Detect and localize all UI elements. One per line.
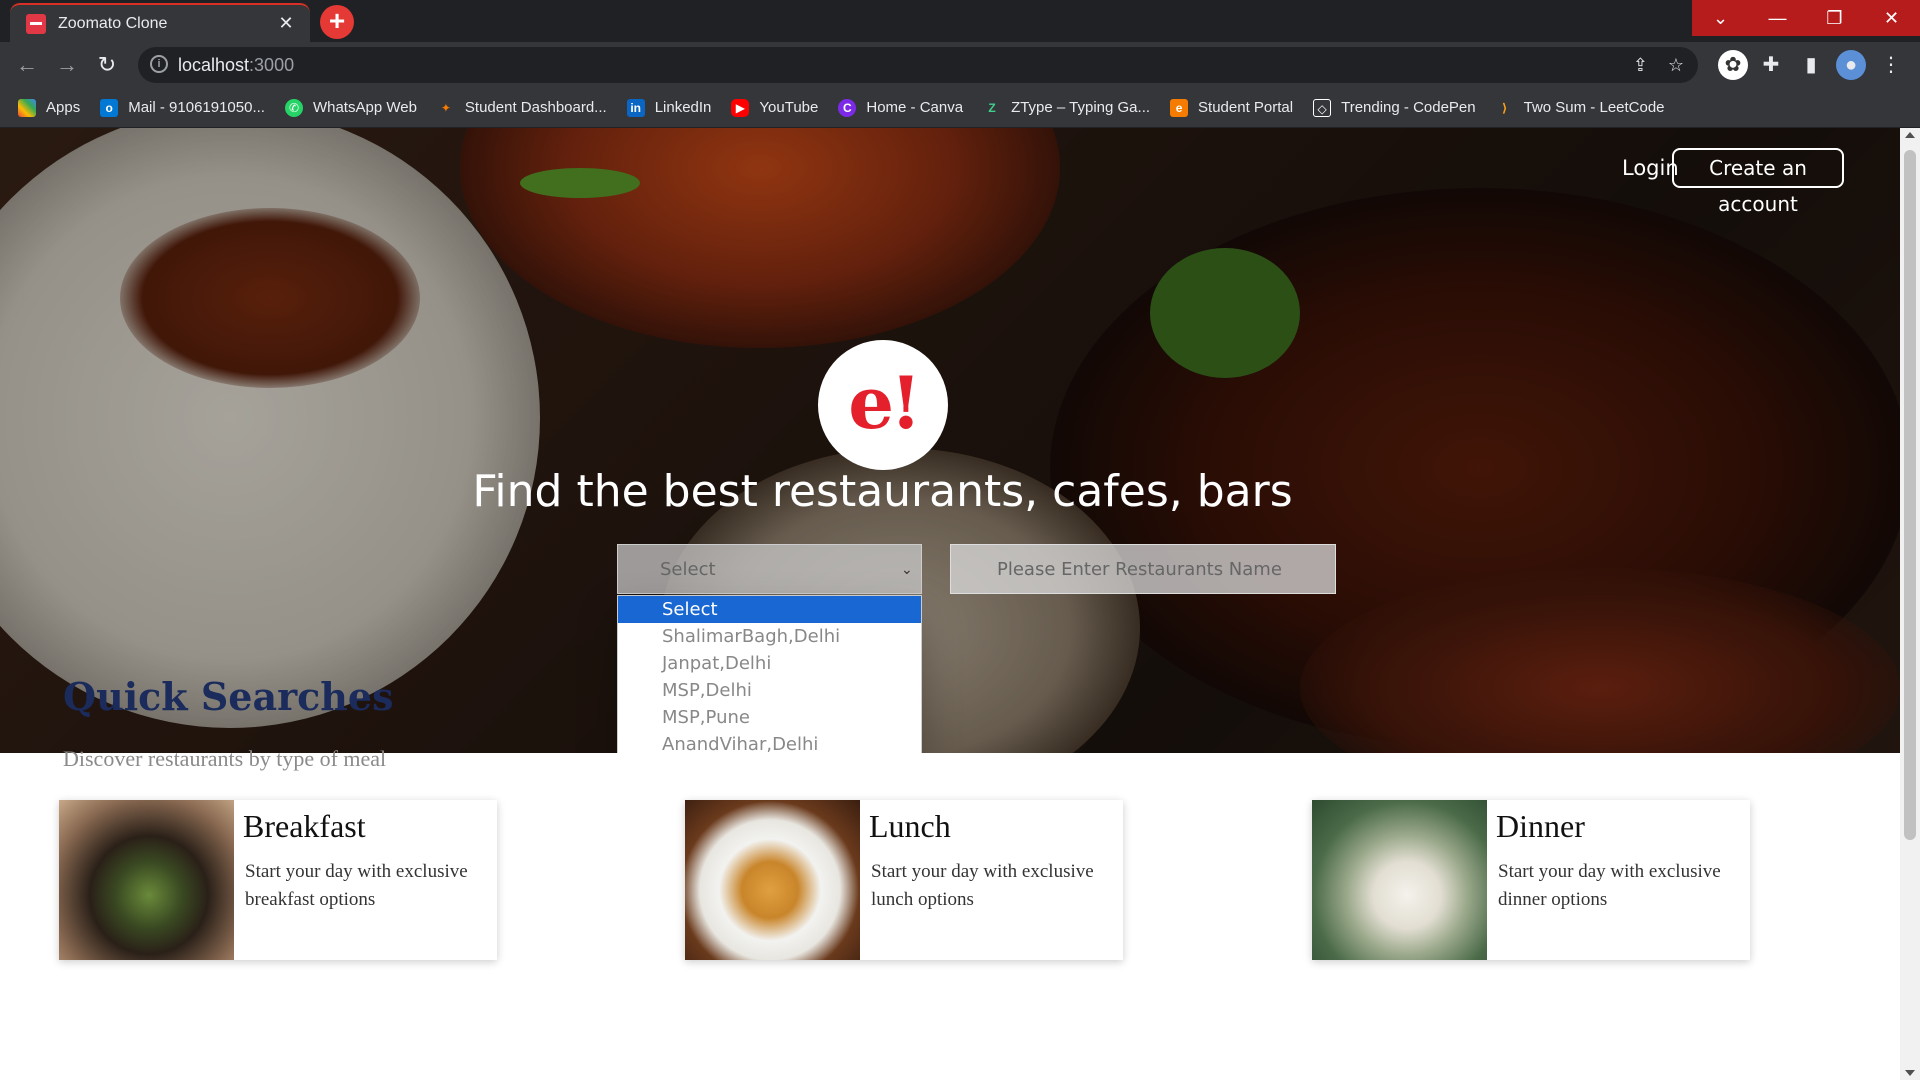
location-option[interactable]: MSP,Pune [618, 704, 921, 731]
linkedin-icon: in [626, 98, 645, 117]
site-info-icon[interactable]: i [150, 55, 168, 73]
close-tab-icon[interactable]: ✕ [276, 13, 296, 33]
portal-icon: e [1170, 98, 1189, 117]
breakfast-image [59, 800, 234, 960]
bookmark-student-dashboard[interactable]: ✦ Student Dashboard... [437, 99, 607, 117]
profile-avatar-icon[interactable]: ● [1836, 50, 1866, 80]
meal-card-lunch[interactable]: Lunch Start your day with exclusive lunc… [685, 800, 1123, 960]
location-option[interactable]: ShalimarBagh,Delhi [618, 623, 921, 650]
restaurant-search-input[interactable]: Please Enter Restaurants Name [950, 544, 1336, 594]
extensions-puzzle-icon[interactable]: ✚ [1756, 50, 1786, 80]
card-description: Start your day with exclusive breakfast … [245, 861, 468, 910]
outlook-icon: o [100, 98, 119, 117]
new-tab-button[interactable]: + [320, 5, 354, 39]
scroll-thumb[interactable] [1904, 150, 1916, 840]
url-port: :3000 [249, 55, 295, 75]
reload-icon[interactable]: ↻ [92, 50, 122, 80]
location-select-value: Select [660, 559, 716, 580]
bookmark-apps[interactable]: Apps [18, 98, 80, 117]
browser-toolbar: ← → ↻ i localhost:3000 ⇪ ☆ ✿ ✚ ▮ ● ⋮ [0, 42, 1920, 88]
location-option[interactable]: Janpat,Delhi [618, 650, 921, 677]
bookmark-student-portal[interactable]: e Student Portal [1170, 98, 1293, 117]
location-select[interactable]: Select ⌄ [617, 544, 922, 594]
scroll-up-arrow-icon[interactable] [1905, 132, 1915, 138]
youtube-icon: ▶ [731, 98, 750, 117]
brand-logo: e! [818, 340, 948, 470]
side-panel-icon[interactable]: ▮ [1796, 50, 1826, 80]
apps-grid-icon [18, 98, 36, 117]
bookmark-canva[interactable]: C Home - Canva [838, 98, 963, 117]
bookmark-star-icon[interactable]: ☆ [1668, 47, 1684, 83]
login-link[interactable]: Login [1622, 156, 1679, 180]
card-description: Start your day with exclusive lunch opti… [871, 861, 1094, 910]
leetcode-icon: ⟩ [1501, 100, 1508, 115]
address-bar[interactable]: i localhost:3000 ⇪ ☆ [138, 47, 1698, 83]
chevron-down-icon: ⌄ [901, 562, 913, 578]
dashboard-icon: ✦ [440, 100, 451, 115]
bookmark-mail[interactable]: o Mail - 9106191050... [100, 98, 265, 117]
quick-searches-subtitle: Discover restaurants by type of meal [63, 746, 387, 771]
ztype-icon: Z [988, 100, 996, 115]
minimize-icon[interactable]: — [1749, 0, 1806, 36]
zomato-favicon-icon [26, 13, 46, 34]
codepen-icon: ◇ [1313, 98, 1332, 117]
card-title: Breakfast [243, 808, 366, 844]
lunch-image [685, 800, 860, 960]
canva-icon: C [838, 98, 857, 117]
quick-searches-title: Quick Searches [63, 674, 394, 719]
bookmark-ztype[interactable]: Z ZType – Typing Ga... [983, 99, 1150, 117]
share-icon[interactable]: ⇪ [1633, 47, 1648, 83]
restore-icon[interactable]: ❐ [1806, 0, 1863, 36]
meal-card-breakfast[interactable]: Breakfast Start your day with exclusive … [59, 800, 497, 960]
page-scrollbar[interactable] [1900, 128, 1920, 1080]
scroll-down-arrow-icon[interactable] [1905, 1070, 1915, 1076]
page-viewport: Login Create an account e! Find the best… [0, 128, 1900, 1080]
menu-kebab-icon[interactable]: ⋮ [1876, 50, 1906, 80]
tab-title: Zoomato Clone [58, 14, 168, 32]
forward-icon[interactable]: → [52, 50, 82, 80]
hero-headline: Find the best restaurants, cafes, bars [472, 466, 1293, 517]
whatsapp-icon: ✆ [284, 98, 303, 117]
card-title: Dinner [1496, 808, 1585, 844]
back-icon[interactable]: ← [12, 50, 42, 80]
location-option[interactable]: AnandVihar,Delhi [618, 731, 921, 753]
location-dropdown-list: Select ShalimarBagh,Delhi Janpat,Delhi M… [617, 595, 922, 753]
close-window-icon[interactable]: ✕ [1863, 0, 1920, 36]
meal-card-dinner[interactable]: Dinner Start your day with exclusive din… [1312, 800, 1750, 960]
restaurant-search-placeholder: Please Enter Restaurants Name [997, 559, 1282, 580]
browser-tab[interactable]: Zoomato Clone ✕ [10, 3, 310, 42]
bookmark-whatsapp[interactable]: ✆ WhatsApp Web [284, 98, 417, 117]
card-title: Lunch [869, 808, 951, 844]
location-option[interactable]: Select [618, 596, 921, 623]
dinner-image [1312, 800, 1487, 960]
hero-banner: Login Create an account e! Find the best… [0, 128, 1900, 753]
location-option[interactable]: MSP,Delhi [618, 677, 921, 704]
bookmark-leetcode[interactable]: ⟩ Two Sum - LeetCode [1496, 99, 1665, 117]
hero-overlay [0, 128, 1900, 753]
bookmark-youtube[interactable]: ▶ YouTube [731, 98, 818, 117]
url-host: localhost [178, 55, 250, 75]
create-account-button[interactable]: Create an account [1672, 148, 1844, 216]
bookmark-linkedin[interactable]: in LinkedIn [626, 98, 711, 117]
tab-search-icon[interactable]: ⌄ [1692, 0, 1749, 36]
browser-titlebar: Zoomato Clone ✕ + ⌄ — ❐ ✕ [0, 0, 1920, 42]
extension-avatar-icon[interactable]: ✿ [1718, 50, 1748, 80]
bookmark-codepen[interactable]: ◇ Trending - CodePen [1313, 98, 1476, 117]
bookmarks-bar: Apps o Mail - 9106191050... ✆ WhatsApp Web… [0, 88, 1920, 128]
card-description: Start your day with exclusive dinner opt… [1498, 861, 1721, 910]
